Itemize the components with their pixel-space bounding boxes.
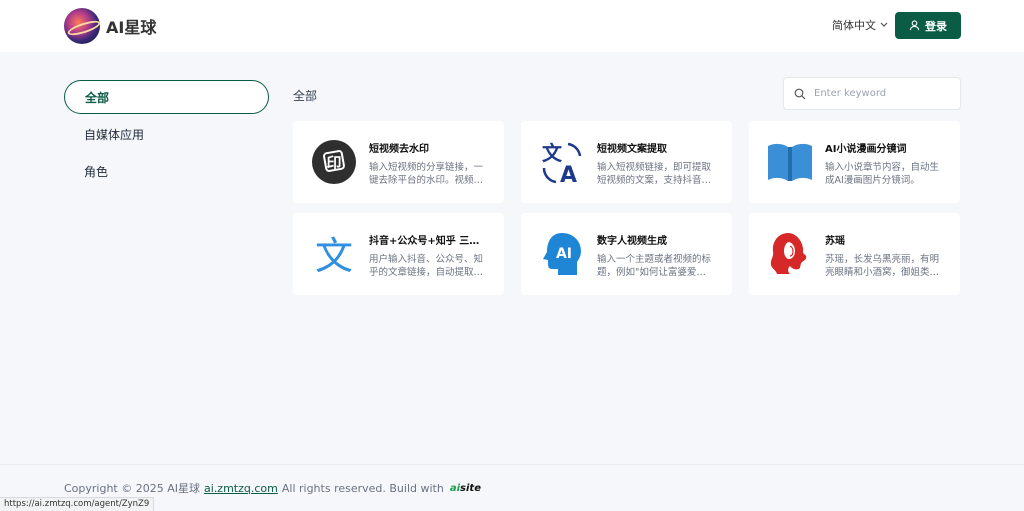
svg-text:AI: AI: [556, 246, 572, 262]
card-title: 数字人视频生成: [597, 236, 667, 247]
brand-name: AI星球: [106, 18, 157, 37]
card-description: 输入短视频链接，即可提取短视频的文案，支持抖音…: [597, 162, 712, 186]
sidebar-item-label: 自媒体应用: [84, 127, 145, 142]
agent-card-su-yao[interactable]: 苏瑶 苏瑶，长发乌黑亮丽，有明亮眼睛和小酒窝，御姐类…: [749, 213, 960, 295]
sidebar-item-all[interactable]: 全部: [64, 80, 269, 114]
status-bar-url: https://ai.zmtzq.com/agent/ZynZ9: [0, 497, 155, 511]
translate-icon: 文A: [538, 138, 586, 186]
card-title: 苏瑶: [825, 236, 845, 247]
sidebar-item-roles[interactable]: 角色: [64, 154, 269, 188]
card-title: 短视频文案提取: [597, 144, 667, 155]
watermark-remove-icon: 印: [310, 138, 358, 186]
section-title: 全部: [293, 89, 318, 103]
text-icon: 文: [310, 230, 358, 278]
svg-text:文: 文: [315, 234, 353, 277]
login-label: 登录: [925, 20, 947, 33]
svg-text:文: 文: [542, 141, 563, 165]
svg-text:A: A: [560, 163, 577, 186]
search-input[interactable]: [814, 88, 944, 99]
card-description: 输入短视频的分享链接，一键去除平台的水印。视频…: [369, 162, 484, 186]
agent-card-digital-human[interactable]: AI 数字人视频生成 输入一个主题或者视频的标题，例如"如何让富婆爱…: [521, 213, 732, 295]
card-description: 苏瑶，长发乌黑亮丽，有明亮眼睛和小酒窝，御姐类…: [825, 254, 940, 278]
footer-rights: All rights reserved. Build with: [281, 481, 444, 495]
agent-card-three-platform[interactable]: 文 抖音+公众号+知乎 三平… 用户输入抖音、公众号、知乎的文章链接，自动提取…: [293, 213, 504, 295]
planet-logo-icon: [64, 8, 100, 44]
sidebar-item-label: 角色: [84, 164, 109, 179]
top-navbar: AI星球 简体中文 登录: [0, 0, 1024, 52]
user-icon: [909, 20, 920, 31]
language-select[interactable]: 简体中文: [832, 17, 888, 33]
book-icon: [766, 138, 814, 186]
footer-divider: [0, 464, 1024, 465]
woman-avatar-icon: [766, 230, 814, 278]
card-description: 输入小说章节内容，自动生成AI漫画图片分镜词。: [825, 162, 940, 186]
aisite-logo-prefix: ai: [449, 482, 461, 494]
card-description: 输入一个主题或者视频的标题，例如"如何让富婆爱…: [597, 254, 712, 278]
card-description: 用户输入抖音、公众号、知乎的文章链接，自动提取…: [369, 254, 484, 278]
sidebar-item-label: 全部: [85, 90, 110, 105]
language-label: 简体中文: [832, 19, 876, 32]
card-title: 抖音+公众号+知乎 三平…: [369, 236, 485, 247]
login-button[interactable]: 登录: [895, 12, 961, 39]
brand-logo-link[interactable]: AI星球: [64, 8, 156, 44]
search-icon: [794, 88, 806, 99]
ai-head-icon: AI: [538, 230, 586, 278]
chevron-down-icon: [880, 22, 888, 27]
card-title: 短视频去水印: [369, 144, 429, 155]
aisite-logo[interactable]: aisite: [450, 483, 481, 494]
footer-copyright: Copyright © 2025 AI星球: [64, 482, 201, 495]
agent-card-comic-storyboard[interactable]: AI小说漫画分镜词 输入小说章节内容，自动生成AI漫画图片分镜词。: [749, 121, 960, 203]
card-title: AI小说漫画分镜词: [825, 144, 907, 155]
aisite-logo-suffix: site: [460, 482, 481, 494]
footer-site-link[interactable]: ai.zmtzq.com: [204, 482, 278, 495]
sidebar-item-media-apps[interactable]: 自媒体应用: [64, 117, 269, 151]
agent-card-copy-extract[interactable]: 文A 短视频文案提取 输入短视频链接，即可提取短视频的文案，支持抖音…: [521, 121, 732, 203]
search-box[interactable]: [783, 77, 961, 110]
footer: Copyright © 2025 AI星球 ai.zmtzq.com All r…: [64, 480, 481, 496]
agent-card-watermark[interactable]: 印 短视频去水印 输入短视频的分享链接，一键去除平台的水印。视频…: [293, 121, 504, 203]
svg-text:印: 印: [326, 154, 341, 172]
